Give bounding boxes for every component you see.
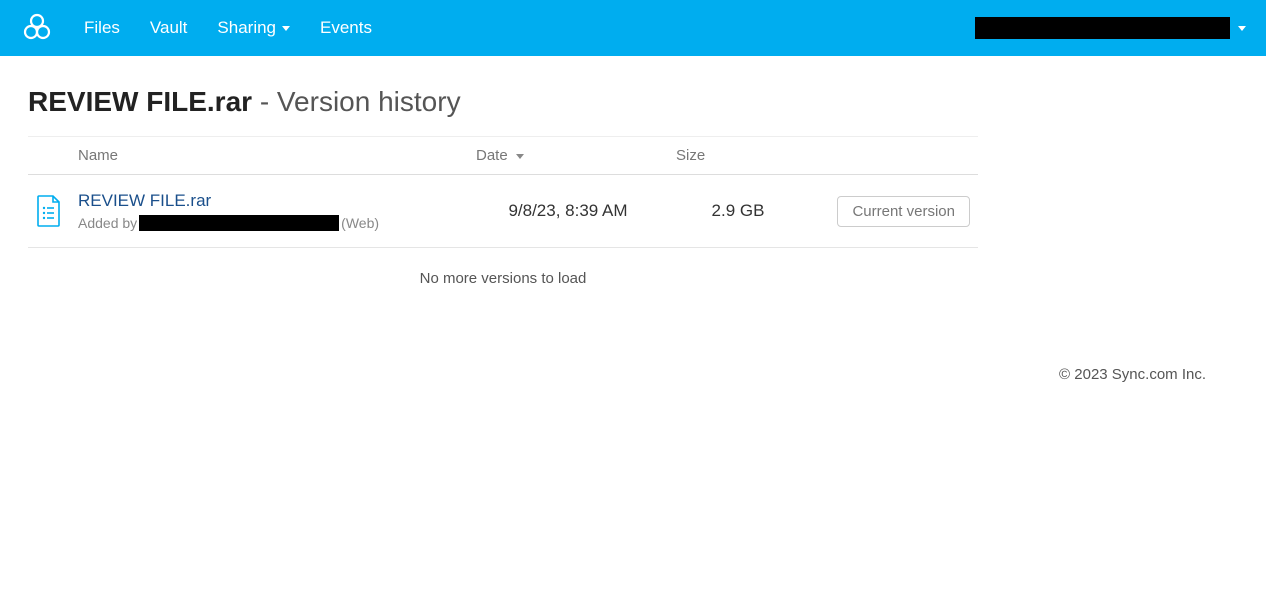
version-added-by: Added by (Web): [78, 215, 460, 231]
page-title-filename: REVIEW FILE.rar: [28, 86, 252, 117]
footer-copyright: © 2023 Sync.com Inc.: [1059, 366, 1206, 383]
nav-events[interactable]: Events: [320, 18, 372, 38]
table-row: REVIEW FILE.rar Added by (Web) 9/8/23, 8…: [28, 175, 978, 248]
nav-sharing[interactable]: Sharing: [217, 18, 290, 38]
nav-vault[interactable]: Vault: [150, 18, 188, 38]
added-by-suffix: (Web): [341, 215, 379, 231]
sync-logo-icon: [20, 11, 54, 45]
user-name-redacted: [975, 17, 1230, 39]
version-file-link[interactable]: REVIEW FILE.rar: [78, 191, 460, 211]
main-nav: Files Vault Sharing Events: [84, 18, 372, 38]
logo[interactable]: [20, 11, 54, 45]
chevron-down-icon: [282, 26, 290, 31]
col-header-date[interactable]: Date: [468, 137, 668, 175]
sort-desc-icon: [516, 154, 524, 159]
version-date: 9/8/23, 8:39 AM: [468, 175, 668, 248]
file-icon: [36, 195, 62, 227]
chevron-down-icon: [1238, 26, 1246, 31]
main-content: REVIEW FILE.rar - Version history Name D…: [0, 56, 1000, 287]
page-title-suffix: - Version history: [252, 86, 461, 117]
added-by-prefix: Added by: [78, 215, 137, 231]
col-header-date-label: Date: [476, 147, 508, 164]
user-menu[interactable]: [975, 17, 1246, 39]
added-by-user-redacted: [139, 215, 339, 231]
page-title: REVIEW FILE.rar - Version history: [28, 86, 972, 118]
top-nav-bar: Files Vault Sharing Events: [0, 0, 1266, 56]
version-size: 2.9 GB: [668, 175, 808, 248]
nav-sharing-label: Sharing: [217, 18, 276, 38]
current-version-button[interactable]: Current version: [837, 196, 970, 227]
col-header-name[interactable]: Name: [70, 137, 468, 175]
col-header-size[interactable]: Size: [668, 137, 808, 175]
version-table: Name Date Size: [28, 136, 978, 248]
no-more-versions: No more versions to load: [28, 270, 978, 287]
nav-files[interactable]: Files: [84, 18, 120, 38]
